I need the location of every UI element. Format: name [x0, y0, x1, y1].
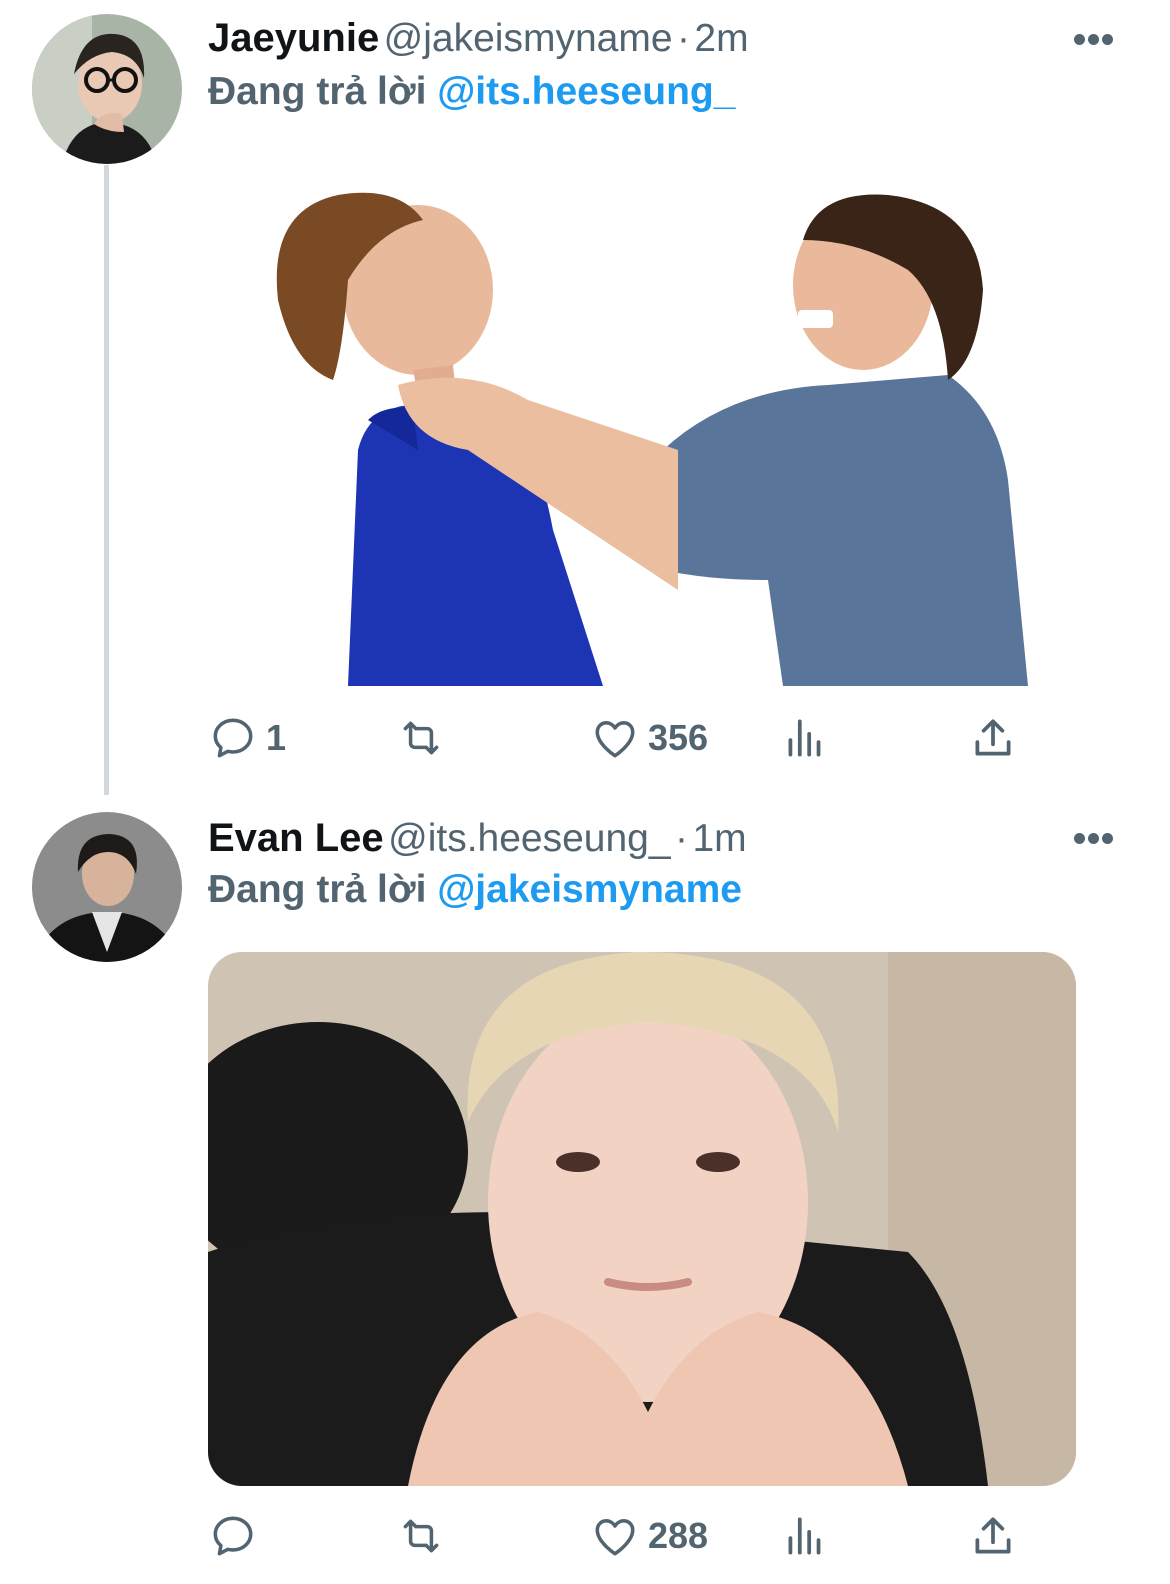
share-icon [975, 719, 1011, 756]
tweet[interactable]: Evan Lee @its.heeseung_ · 1m Đang trả lờ… [0, 800, 1170, 1584]
reply-icon [213, 1516, 253, 1556]
more-options-icon[interactable] [1074, 833, 1114, 845]
replying-to-mention[interactable]: @its.heeseung_ [437, 70, 735, 113]
retweet-button[interactable] [396, 708, 454, 768]
share-icon [975, 1517, 1011, 1554]
replying-prefix: Đang trả lời [208, 70, 427, 113]
retweet-icon [403, 1519, 439, 1553]
avatar[interactable] [32, 14, 182, 164]
analytics-icon [788, 719, 821, 757]
analytics-button[interactable] [780, 708, 830, 768]
thread-line [104, 165, 109, 795]
tweet[interactable]: Jaeyunie @jakeismyname · 2m Đang trả lời… [0, 0, 1170, 795]
reply-button[interactable]: 1 [208, 708, 286, 768]
replying-prefix: Đang trả lời [208, 868, 427, 911]
retweet-button[interactable] [396, 1506, 454, 1566]
share-button[interactable] [968, 708, 1018, 768]
timestamp[interactable]: 1m [692, 817, 746, 860]
timestamp[interactable]: 2m [694, 17, 748, 60]
replying-to: Đang trả lời @jakeismyname [208, 868, 742, 912]
like-button[interactable]: 288 [590, 1506, 708, 1566]
like-count: 288 [648, 1515, 709, 1556]
display-name[interactable]: Jaeyunie [208, 16, 379, 60]
tweet-media[interactable] [208, 150, 1076, 686]
analytics-button[interactable] [780, 1506, 830, 1566]
heart-icon [595, 721, 635, 758]
share-button[interactable] [968, 1506, 1018, 1566]
replying-to: Đang trả lời @its.heeseung_ [208, 70, 735, 114]
reply-icon [213, 718, 253, 758]
like-button[interactable]: 356 [590, 708, 708, 768]
retweet-icon [403, 721, 439, 755]
like-count: 356 [648, 717, 709, 758]
tweet-actions: 288 [208, 1506, 1088, 1566]
photo-two-men-fighting [208, 150, 1076, 686]
heart-icon [595, 1519, 635, 1556]
analytics-icon [788, 1517, 821, 1555]
avatar[interactable] [32, 812, 182, 962]
separator: · [675, 817, 689, 860]
tweet-header: Evan Lee @its.heeseung_ · 1m [208, 816, 1080, 866]
replying-to-mention[interactable]: @jakeismyname [437, 868, 742, 911]
reply-button[interactable] [208, 1506, 266, 1566]
tweet-header: Jaeyunie @jakeismyname · 2m [208, 16, 1080, 66]
photo-heart-hands [208, 952, 1076, 1486]
tweet-media[interactable] [208, 952, 1076, 1486]
tweet-actions: 1 356 [208, 708, 1088, 768]
more-options-icon[interactable] [1074, 34, 1114, 46]
handle[interactable]: @jakeismyname [384, 17, 673, 60]
separator: · [676, 17, 690, 60]
reply-count: 1 [266, 717, 287, 758]
handle[interactable]: @its.heeseung_ [388, 817, 670, 860]
display-name[interactable]: Evan Lee [208, 816, 384, 860]
